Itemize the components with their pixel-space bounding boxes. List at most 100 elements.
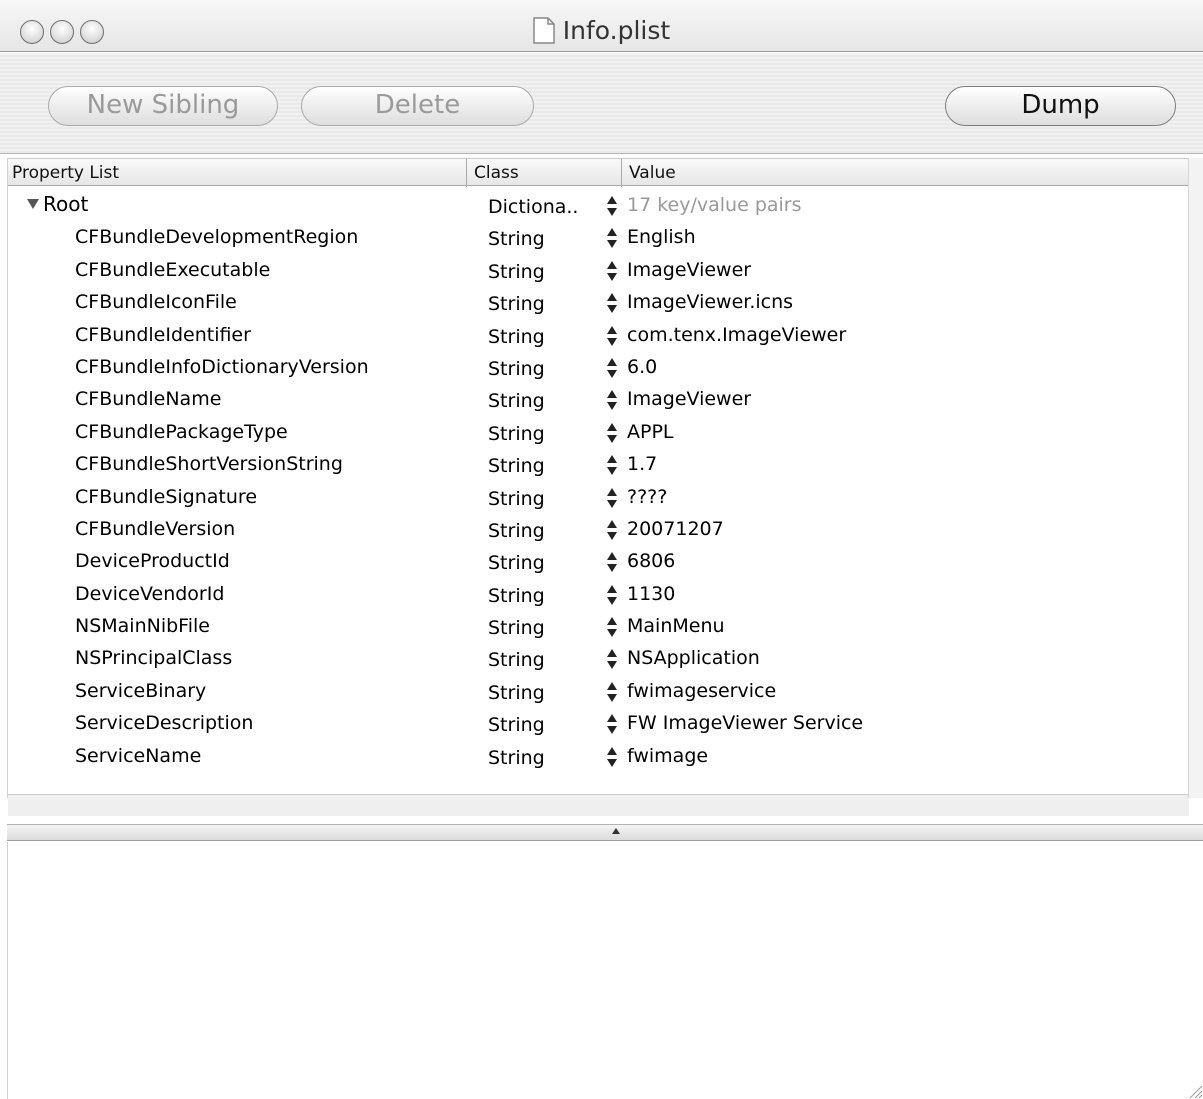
row-value[interactable]: fwimageservice (627, 680, 776, 702)
row-value[interactable]: ImageViewer (627, 259, 751, 281)
row-value[interactable]: com.tenx.ImageViewer (627, 324, 846, 346)
row-class[interactable]: String (488, 326, 545, 348)
class-stepper-icon[interactable] (605, 292, 619, 314)
outline-row[interactable]: DeviceProductId String 6806 (8, 544, 1189, 576)
class-stepper-icon[interactable] (605, 357, 619, 379)
row-class[interactable]: String (488, 390, 545, 412)
outline-row[interactable]: DeviceVendorId String 1130 (8, 577, 1189, 609)
row-key[interactable]: ServiceBinary (75, 680, 206, 702)
row-class[interactable]: String (488, 552, 545, 574)
class-stepper-icon[interactable] (605, 422, 619, 444)
row-value[interactable]: MainMenu (627, 615, 725, 637)
row-value[interactable]: 6806 (627, 550, 675, 572)
row-class[interactable]: String (488, 261, 545, 283)
outline-row[interactable]: NSMainNibFile String MainMenu (8, 609, 1189, 641)
title-bar[interactable]: Info.plist (0, 0, 1203, 52)
row-class[interactable]: String (488, 585, 545, 607)
row-key[interactable]: DeviceVendorId (75, 583, 224, 605)
row-class[interactable]: String (488, 714, 545, 736)
row-value[interactable]: FW ImageViewer Service (627, 712, 863, 734)
row-key[interactable]: ServiceName (75, 745, 201, 767)
class-stepper-icon[interactable] (605, 551, 619, 573)
outline-row[interactable]: CFBundleIconFile String ImageViewer.icns (8, 285, 1189, 317)
column-header-class[interactable]: Class (474, 163, 519, 183)
class-stepper-icon[interactable] (605, 713, 619, 735)
class-stepper-icon[interactable] (605, 648, 619, 670)
class-stepper-icon[interactable] (605, 260, 619, 282)
outline-row[interactable]: ServiceName String fwimage (8, 739, 1189, 771)
outline-row[interactable]: CFBundleInfoDictionaryVersion String 6.0 (8, 350, 1189, 382)
row-class[interactable]: String (488, 423, 545, 445)
property-list-outline[interactable]: Property List Class Value Root Dictiona.… (7, 158, 1189, 816)
outline-row[interactable]: CFBundleSignature String ???? (8, 480, 1189, 512)
row-key[interactable]: CFBundleDevelopmentRegion (75, 226, 358, 248)
row-value[interactable]: English (627, 226, 696, 248)
outline-row-root[interactable]: Root Dictiona.. 17 key/value pairs (8, 188, 1189, 220)
row-class[interactable]: String (488, 228, 545, 250)
row-key[interactable]: CFBundleSignature (75, 486, 257, 508)
column-separator[interactable] (621, 159, 622, 187)
dump-text-view[interactable] (7, 842, 1203, 1099)
row-value[interactable]: ImageViewer.icns (627, 291, 793, 313)
row-key[interactable]: CFBundleName (75, 388, 221, 410)
row-value[interactable]: fwimage (627, 745, 708, 767)
row-key[interactable]: CFBundleExecutable (75, 259, 270, 281)
disclosure-triangle-expanded-icon[interactable] (27, 198, 39, 210)
row-value[interactable]: ???? (627, 486, 667, 508)
class-stepper-icon[interactable] (605, 681, 619, 703)
row-class[interactable]: String (488, 455, 545, 477)
horizontal-scroll-area[interactable] (8, 794, 1189, 816)
class-stepper-icon[interactable] (605, 746, 619, 768)
class-stepper-icon[interactable] (605, 454, 619, 476)
class-stepper-icon[interactable] (605, 519, 619, 541)
split-view-divider[interactable] (7, 824, 1203, 841)
outline-row[interactable]: CFBundleName String ImageViewer (8, 382, 1189, 414)
row-class[interactable]: String (488, 682, 545, 704)
row-value[interactable]: APPL (627, 421, 674, 443)
row-class[interactable]: String (488, 293, 545, 315)
new-sibling-button[interactable]: New Sibling (48, 86, 278, 126)
row-class[interactable]: String (488, 488, 545, 510)
row-key[interactable]: NSPrincipalClass (75, 647, 232, 669)
row-class[interactable]: String (488, 617, 545, 639)
row-key[interactable]: ServiceDescription (75, 712, 253, 734)
row-value[interactable]: 6.0 (627, 356, 657, 378)
row-class[interactable]: String (488, 520, 545, 542)
row-key[interactable]: NSMainNibFile (75, 615, 210, 637)
row-value[interactable]: ImageViewer (627, 388, 751, 410)
outline-row[interactable]: ServiceBinary String fwimageservice (8, 674, 1189, 706)
outline-row[interactable]: CFBundleDevelopmentRegion String English (8, 220, 1189, 252)
column-separator[interactable] (466, 159, 467, 187)
outline-row[interactable]: ServiceDescription String FW ImageViewer… (8, 706, 1189, 738)
row-key[interactable]: CFBundleVersion (75, 518, 235, 540)
row-class[interactable]: String (488, 649, 545, 671)
row-key[interactable]: CFBundleShortVersionString (75, 453, 343, 475)
outline-row[interactable]: CFBundleExecutable String ImageViewer (8, 253, 1189, 285)
resize-grip-icon[interactable] (1185, 1081, 1203, 1099)
column-header-value[interactable]: Value (629, 163, 676, 183)
split-handle-icon[interactable] (612, 828, 620, 834)
class-stepper-icon[interactable] (605, 487, 619, 509)
row-value[interactable]: 1130 (627, 583, 675, 605)
vertical-scroll-area[interactable] (1188, 158, 1203, 798)
row-key[interactable]: CFBundleIdentifier (75, 324, 251, 346)
outline-row[interactable]: CFBundleVersion String 20071207 (8, 512, 1189, 544)
row-class[interactable]: String (488, 358, 545, 380)
row-key[interactable]: CFBundleInfoDictionaryVersion (75, 356, 369, 378)
dump-button[interactable]: Dump (945, 86, 1176, 126)
row-key[interactable]: CFBundleIconFile (75, 291, 237, 313)
class-stepper-icon[interactable] (605, 195, 619, 217)
class-stepper-icon[interactable] (605, 389, 619, 411)
root-value[interactable]: 17 key/value pairs (627, 194, 802, 216)
outline-row[interactable]: CFBundleShortVersionString String 1.7 (8, 447, 1189, 479)
class-stepper-icon[interactable] (605, 616, 619, 638)
outline-row[interactable]: NSPrincipalClass String NSApplication (8, 641, 1189, 673)
column-header-property-list[interactable]: Property List (12, 163, 119, 183)
row-class[interactable]: String (488, 747, 545, 769)
row-value[interactable]: NSApplication (627, 647, 760, 669)
class-stepper-icon[interactable] (605, 227, 619, 249)
row-key[interactable]: DeviceProductId (75, 550, 230, 572)
outline-row[interactable]: CFBundlePackageType String APPL (8, 415, 1189, 447)
delete-button[interactable]: Delete (301, 86, 534, 126)
class-stepper-icon[interactable] (605, 325, 619, 347)
